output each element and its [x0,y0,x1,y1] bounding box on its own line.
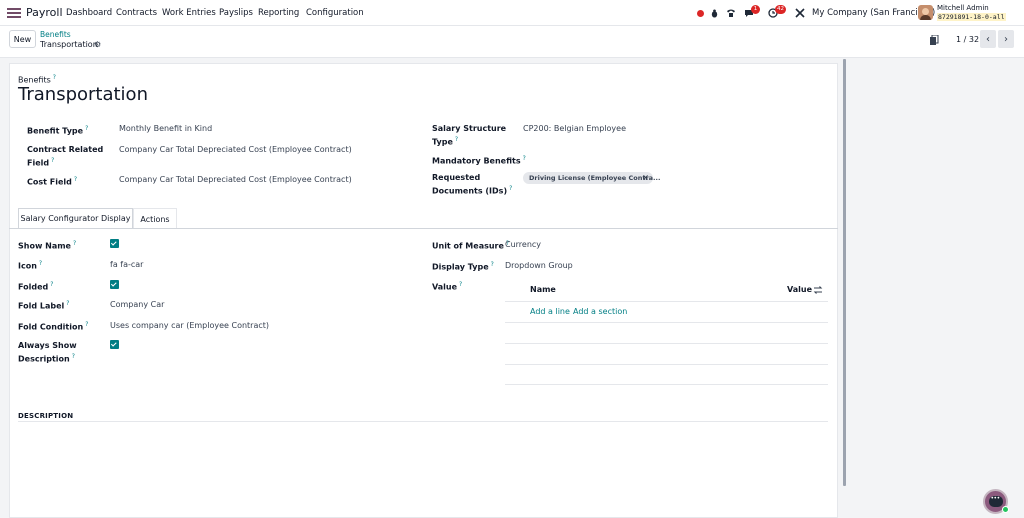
tab-actions[interactable]: Actions [133,208,177,229]
menu-contracts[interactable]: Contracts [116,8,157,18]
pager-next-button[interactable]: › [998,30,1014,48]
show-name-checkbox[interactable] [110,239,119,248]
apps-grid-icon[interactable] [7,8,21,18]
tab-salary-configurator[interactable]: Salary Configurator Display [18,208,133,229]
table-row [505,384,828,385]
table-row [505,322,828,323]
mandatory-benefits-label: Mandatory Benefits? [432,155,526,166]
breadcrumb-parent[interactable]: Benefits [40,30,71,39]
menu-payslips[interactable]: Payslips [219,8,253,18]
display-type-value[interactable]: Dropdown Group [505,261,573,270]
display-type-label: Display Type? [432,261,494,272]
menu-reporting[interactable]: Reporting [258,8,299,18]
menu-work-entries[interactable]: Work Entries [162,8,216,18]
top-navbar: Payroll Dashboard Contracts Work Entries… [0,0,1024,26]
menu-configuration[interactable]: Configuration [306,8,364,18]
fold-label-value[interactable]: Company Car [110,300,164,309]
messages-badge: 1 [751,5,760,14]
database-name: 87291891-18-0-all [937,13,1006,21]
requested-documents-label: Requested Documents (IDs)? [432,173,513,196]
always-show-description-label: Always Show Description? [18,341,77,364]
table-row [505,343,828,344]
show-name-label: Show Name? [18,240,77,251]
new-button[interactable]: New [9,30,36,48]
remove-tag-icon[interactable]: × [642,172,649,184]
user-name[interactable]: Mitchell Admin [937,4,989,12]
add-line-link[interactable]: Add a line [530,307,570,316]
company-switcher[interactable]: My Company (San Francisco) [812,8,935,18]
folded-checkbox[interactable] [110,280,119,289]
tools-icon[interactable] [794,7,806,19]
benefit-type-label: Benefit Type? [27,125,89,136]
tab-divider [9,228,838,229]
always-show-description-checkbox[interactable] [110,340,119,349]
icon-label: Icon? [18,260,43,271]
column-header-value[interactable]: Value [787,285,812,294]
bug-icon[interactable] [708,7,720,19]
phone-icon[interactable] [725,7,737,19]
cost-field-label: Cost Field? [27,176,78,187]
benefit-type-value[interactable]: Monthly Benefit in Kind [119,124,212,133]
description-title: DESCRIPTION [18,412,74,420]
fold-condition-label: Fold Condition? [18,321,89,332]
online-status-dot [1002,506,1009,513]
pager-value[interactable]: 1 / 32 [956,35,979,44]
record-dot-icon[interactable] [694,7,706,19]
pager-previous-button[interactable]: ‹ [980,30,996,48]
folded-label: Folded? [18,281,54,292]
unit-of-measure-value[interactable]: Currency [505,240,541,249]
control-panel: New Benefits Transportation ⚙ 1 / 32 ‹ › [0,26,1024,58]
contract-field-value[interactable]: Company Car Total Depreciated Cost (Empl… [119,145,352,154]
salary-structure-label: Salary Structure Type? [432,124,507,147]
table-header-divider [505,301,828,302]
app-name[interactable]: Payroll [26,6,63,19]
contract-field-label: Contract Related Field? [27,145,104,168]
fold-condition-value[interactable]: Uses company car (Employee Contract) [110,321,269,330]
column-settings-icon[interactable] [813,285,823,295]
menu-dashboard[interactable]: Dashboard [66,8,112,18]
cost-field-value[interactable]: Company Car Total Depreciated Cost (Empl… [119,175,352,184]
document-icon[interactable] [929,35,939,46]
gear-icon[interactable]: ⚙ [94,40,101,49]
column-header-name[interactable]: Name [530,285,556,294]
table-row [505,364,828,365]
avatar[interactable] [918,5,933,20]
breadcrumb-current: Transportation [40,40,98,49]
value-label: Value? [432,281,463,292]
scrollbar[interactable] [843,59,846,486]
document-tag[interactable]: Driving License (Employee Contra... × [523,172,660,184]
description-divider [18,421,828,422]
unit-of-measure-label: Unit of Measure? [432,240,510,251]
icon-value[interactable]: fa fa-car [110,260,143,269]
salary-structure-value[interactable]: CP200: Belgian Employee [523,124,626,133]
add-section-link[interactable]: Add a section [573,307,627,316]
record-title: Transportation [18,84,148,105]
fold-label-label: Fold Label? [18,300,70,311]
activities-badge: 42 [775,5,786,14]
chat-icon [988,495,1003,507]
